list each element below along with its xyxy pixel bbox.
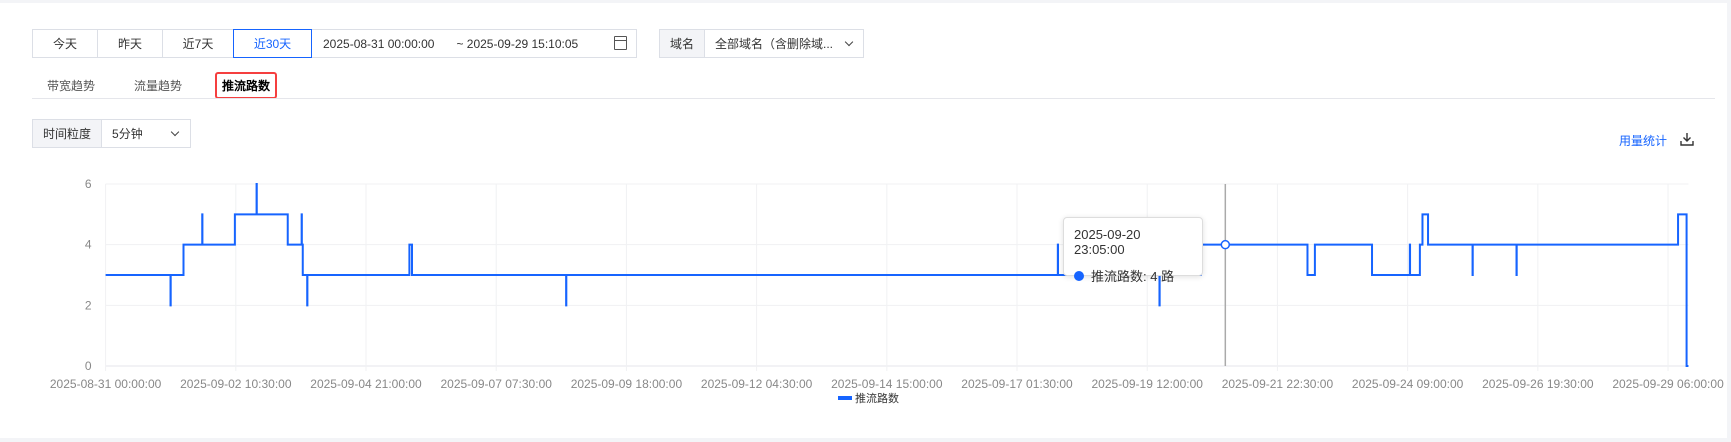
- x-tick-label: 2025-09-19 12:00:00: [1092, 377, 1204, 391]
- tooltip-value: 推流路数: 4 路: [1091, 269, 1175, 284]
- tooltip-time: 2025-09-20 23:05:00: [1074, 227, 1141, 257]
- x-tick-label: 2025-09-02 10:30:00: [180, 377, 292, 391]
- series-line-stream-count: [105, 183, 1689, 367]
- range-30days-button[interactable]: 近30天: [233, 29, 312, 58]
- y-tick-label: 0: [85, 359, 92, 373]
- x-tick-label: 2025-09-26 19:30:00: [1482, 377, 1594, 391]
- x-tick-label: 2025-09-21 22:30:00: [1222, 377, 1334, 391]
- stream-count-chart: 0 2 4 6 2025-08-31 00:00:00 2025-09-02 10:30:…: [50, 177, 1724, 391]
- legend-label: 推流路数: [855, 393, 899, 405]
- x-tick-label: 2025-09-24 09:00:00: [1352, 377, 1464, 391]
- x-tick-label: 2025-09-07 07:30:00: [440, 377, 552, 391]
- x-tick-label: 2025-09-29 06:00:00: [1612, 377, 1724, 391]
- chart-tooltip: 2025-09-20 23:05:00 推流路数: 4 路: [1063, 217, 1203, 284]
- series-dot-icon: [1074, 270, 1084, 281]
- x-tick-label: 2025-09-12 04:30:00: [701, 377, 813, 391]
- y-tick-label: 6: [85, 177, 92, 191]
- hover-point: [1220, 239, 1231, 250]
- x-tick-label: 2025-08-31 00:00:00: [50, 377, 162, 391]
- y-tick-label: 4: [85, 238, 92, 252]
- y-tick-label: 2: [85, 298, 92, 312]
- chart-legend[interactable]: 推流路数: [838, 390, 899, 406]
- x-tick-label: 2025-09-09 18:00:00: [571, 377, 683, 391]
- legend-swatch: [838, 396, 852, 400]
- x-tick-label: 2025-09-14 15:00:00: [831, 377, 943, 391]
- x-tick-label: 2025-09-17 01:30:00: [961, 377, 1073, 391]
- x-tick-label: 2025-09-04 21:00:00: [310, 377, 422, 391]
